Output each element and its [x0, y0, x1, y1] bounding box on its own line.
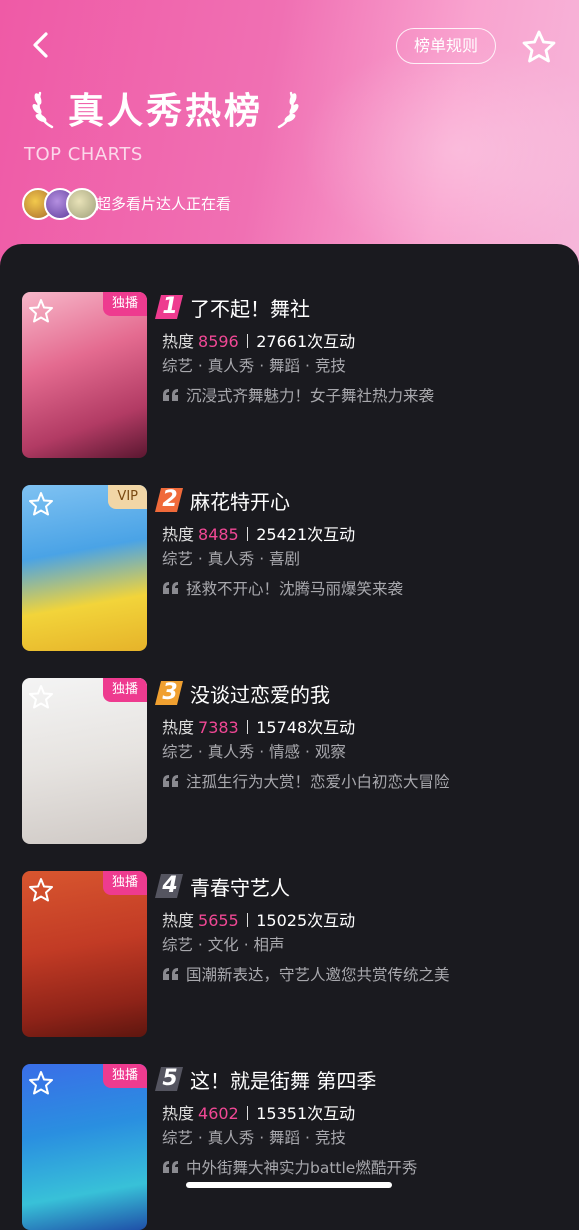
show-poster[interactable]: VIP: [22, 485, 147, 651]
heat-value: 5655: [198, 911, 239, 930]
interaction-count: 25421次互动: [256, 525, 356, 544]
exclusive-badge: 独播: [102, 1064, 147, 1088]
quote-icon: [163, 389, 178, 401]
rank-number: 5: [155, 1067, 183, 1091]
interaction-count: 27661次互动: [256, 332, 356, 351]
interaction-count: 15025次互动: [256, 911, 356, 930]
avatar: [66, 188, 98, 220]
show-title[interactable]: 没谈过恋爱的我: [190, 679, 330, 708]
list-item[interactable]: 独播 3 没谈过恋爱的我 热度 7383 15748次互动 综艺 · 真人秀 · 情…: [22, 678, 562, 844]
favorite-star-icon[interactable]: [520, 28, 558, 66]
viewer-avatars: [22, 188, 98, 220]
show-stats: 热度 5655 15025次互动: [162, 911, 356, 930]
exclusive-badge: 独播: [102, 678, 147, 702]
vip-badge: VIP: [108, 485, 147, 509]
laurel-right-icon: [277, 91, 299, 129]
show-tags: 综艺 · 文化 · 相声: [162, 936, 285, 954]
heat-value: 8596: [198, 332, 239, 351]
show-description: 中外街舞大神实力battle燃酷开秀: [162, 1156, 562, 1178]
page-title: 真人秀热榜: [68, 91, 264, 132]
title-group: 真人秀热榜: [30, 80, 301, 136]
list-item[interactable]: 独播 1 了不起！舞社 热度 8596 27661次互动 综艺 · 真人秀 · 舞蹈…: [22, 292, 562, 458]
show-tags: 综艺 · 真人秀 · 喜剧: [162, 550, 301, 568]
star-outline-icon[interactable]: [28, 491, 54, 517]
list-item[interactable]: 独播 4 青春守艺人 热度 5655 15025次互动 综艺 · 文化 · 相声 国…: [22, 871, 562, 1037]
show-poster[interactable]: 独播: [22, 1064, 147, 1230]
viewers-caption: 超多看片达人正在看: [96, 195, 232, 213]
star-outline-icon[interactable]: [28, 877, 54, 903]
heat-value: 7383: [198, 718, 239, 737]
show-stats: 热度 7383 15748次互动: [162, 718, 356, 737]
quote-icon: [163, 582, 178, 594]
show-poster[interactable]: 独播: [22, 678, 147, 844]
interaction-count: 15351次互动: [256, 1104, 356, 1123]
show-poster[interactable]: 独播: [22, 292, 147, 458]
exclusive-badge: 独播: [102, 871, 147, 895]
show-title[interactable]: 麻花特开心: [190, 486, 290, 515]
show-title[interactable]: 了不起！舞社: [190, 293, 310, 322]
show-title[interactable]: 青春守艺人: [190, 872, 290, 901]
show-tags: 综艺 · 真人秀 · 舞蹈 · 竞技: [162, 1129, 346, 1147]
rank-number: 4: [155, 874, 183, 898]
laurel-left-icon: [32, 91, 54, 129]
show-tags: 综艺 · 真人秀 · 情感 · 观察: [162, 743, 346, 761]
show-description: 拯救不开心！沈腾马丽爆笑来袭: [162, 577, 562, 599]
rank-number: 3: [155, 681, 183, 705]
show-stats: 热度 8596 27661次互动: [162, 332, 356, 351]
show-tags: 综艺 · 真人秀 · 舞蹈 · 竞技: [162, 357, 346, 375]
show-stats: 热度 4602 15351次互动: [162, 1104, 356, 1123]
back-arrow-icon[interactable]: [26, 30, 56, 60]
rank-number: 1: [155, 295, 183, 319]
show-description: 国潮新表达，守艺人邀您共赏传统之美: [162, 963, 562, 985]
star-outline-icon[interactable]: [28, 684, 54, 710]
heat-value: 8485: [198, 525, 239, 544]
home-indicator[interactable]: [186, 1182, 392, 1188]
heat-value: 4602: [198, 1104, 239, 1123]
rank-number: 2: [155, 488, 183, 512]
star-outline-icon[interactable]: [28, 298, 54, 324]
interaction-count: 15748次互动: [256, 718, 356, 737]
quote-icon: [163, 775, 178, 787]
quote-icon: [163, 1161, 178, 1173]
chart-rules-button[interactable]: 榜单规则: [396, 28, 496, 64]
page-subtitle: TOP CHARTS: [24, 144, 143, 165]
show-description: 注孤生行为大赏！恋爱小白初恋大冒险: [162, 770, 562, 792]
show-poster[interactable]: 独播: [22, 871, 147, 1037]
show-stats: 热度 8485 25421次互动: [162, 525, 356, 544]
exclusive-badge: 独播: [102, 292, 147, 316]
list-item[interactable]: 独播 5 这！就是街舞 第四季 热度 4602 15351次互动 综艺 · 真人秀 …: [22, 1064, 562, 1230]
star-outline-icon[interactable]: [28, 1070, 54, 1096]
show-description: 沉浸式齐舞魅力！女子舞社热力来袭: [162, 384, 562, 406]
ranking-list: 独播 1 了不起！舞社 热度 8596 27661次互动 综艺 · 真人秀 · 舞蹈…: [0, 244, 579, 1230]
quote-icon: [163, 968, 178, 980]
list-item[interactable]: VIP 2 麻花特开心 热度 8485 25421次互动 综艺 · 真人秀 · 喜剧…: [22, 485, 562, 651]
show-title[interactable]: 这！就是街舞 第四季: [190, 1065, 376, 1094]
